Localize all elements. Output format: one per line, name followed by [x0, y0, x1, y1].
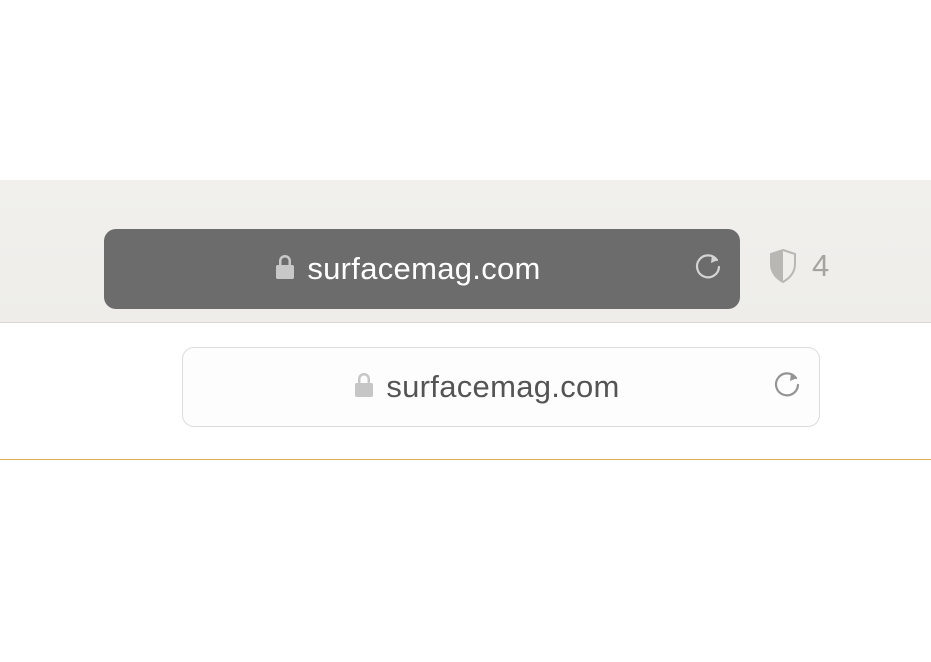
address-bar-light[interactable]: surfacemag.com	[182, 347, 820, 427]
privacy-count: 4	[812, 248, 829, 284]
address-url: surfacemag.com	[307, 251, 540, 287]
lock-icon	[275, 254, 295, 285]
lock-icon	[354, 372, 374, 403]
address-bar-dark[interactable]: surfacemag.com	[104, 229, 740, 309]
reload-icon[interactable]	[773, 370, 801, 405]
privacy-report[interactable]: 4	[768, 248, 829, 284]
divider-line	[0, 459, 931, 460]
address-bar-content: surfacemag.com	[122, 251, 694, 287]
address-bar-content: surfacemag.com	[201, 369, 773, 405]
address-url: surfacemag.com	[386, 369, 619, 405]
reload-icon[interactable]	[694, 252, 722, 287]
shield-icon	[768, 248, 798, 284]
